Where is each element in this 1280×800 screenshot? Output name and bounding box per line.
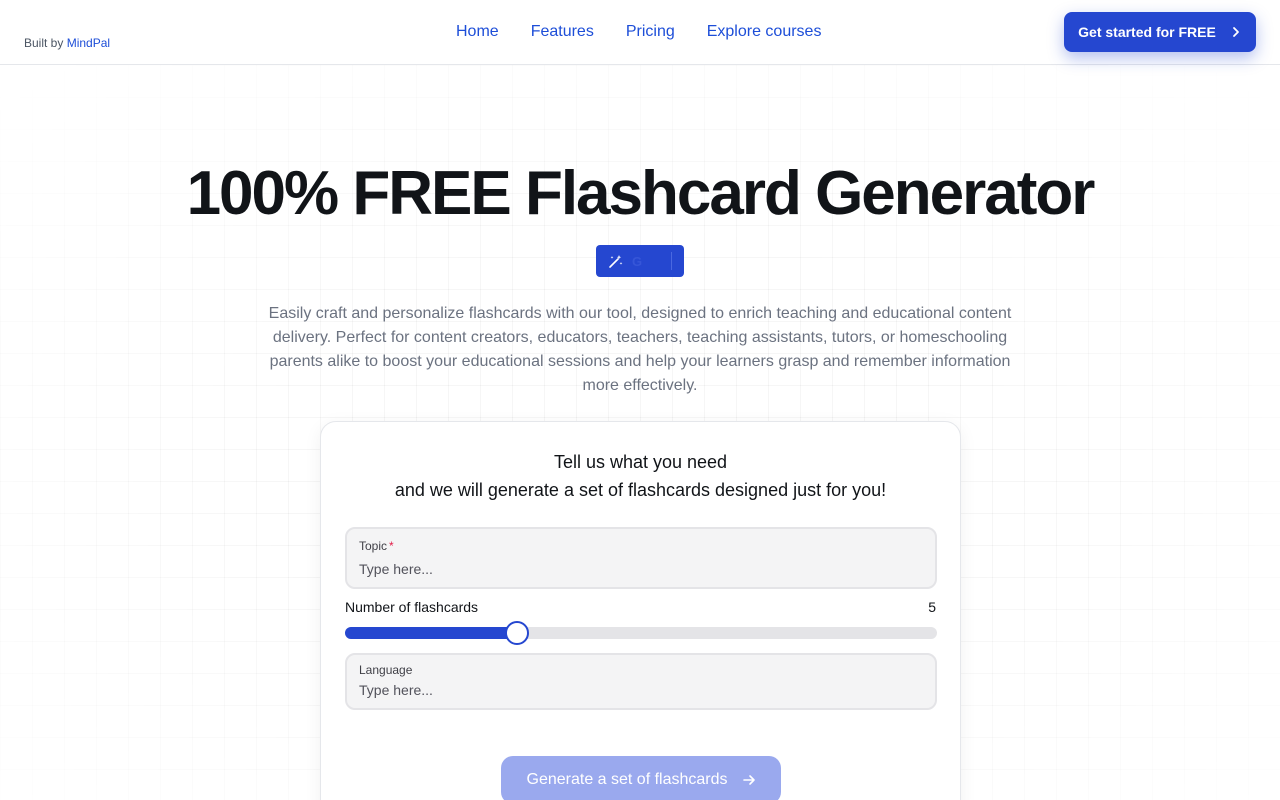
generate-button[interactable]: Generate a set of flashcards — [501, 756, 781, 800]
required-mark: * — [389, 539, 394, 553]
nav-features[interactable]: Features — [531, 22, 594, 42]
topic-label: Topic * — [359, 539, 394, 553]
flashcard-count-value: 5 — [928, 599, 936, 615]
chevron-right-icon — [1232, 27, 1239, 37]
brand-prefix: Built by — [24, 36, 64, 50]
arrow-right-icon — [742, 775, 755, 785]
hero-description: Easily craft and personalize flashcards … — [268, 305, 1012, 394]
get-started-button[interactable]: Get started for FREE — [1064, 12, 1256, 52]
flashcard-count-slider[interactable] — [345, 621, 937, 645]
page-title: 100% FREE Flashcard Generator — [186, 159, 1096, 228]
generate-label: Generate a set of flashcards — [526, 771, 728, 788]
generator-form-card: Tell us what you need and we will genera… — [320, 421, 961, 800]
slider-thumb[interactable] — [504, 621, 529, 645]
mindpal-link[interactable]: MindPal — [67, 36, 110, 50]
language-field[interactable]: Language — [345, 653, 937, 710]
badge-text: G — [632, 253, 643, 269]
flashcard-count-label: Number of flashcards — [345, 599, 479, 615]
main-nav: Home Features Pricing Explore courses — [456, 22, 821, 42]
topic-field[interactable]: Topic * — [345, 527, 937, 589]
typing-cursor — [671, 252, 672, 270]
topic-input[interactable] — [359, 559, 919, 579]
built-by-brand: Built by MindPal — [24, 36, 110, 50]
magic-wand-icon — [609, 255, 623, 268]
nav-explore-courses[interactable]: Explore courses — [707, 22, 822, 42]
site-header: Built by MindPal Home Features Pricing E… — [0, 0, 1280, 65]
language-label: Language — [359, 663, 413, 677]
language-input[interactable] — [359, 680, 919, 700]
slider-fill — [345, 627, 517, 639]
typing-badge: G — [596, 245, 684, 277]
form-heading-line2: and we will generate a set of flashcards… — [394, 480, 887, 500]
form-heading: Tell us what you need and we will genera… — [321, 448, 960, 504]
form-heading-line1: Tell us what you need — [553, 452, 728, 472]
get-started-label: Get started for FREE — [1078, 24, 1216, 40]
nav-home[interactable]: Home — [456, 22, 499, 42]
nav-pricing[interactable]: Pricing — [626, 22, 675, 42]
